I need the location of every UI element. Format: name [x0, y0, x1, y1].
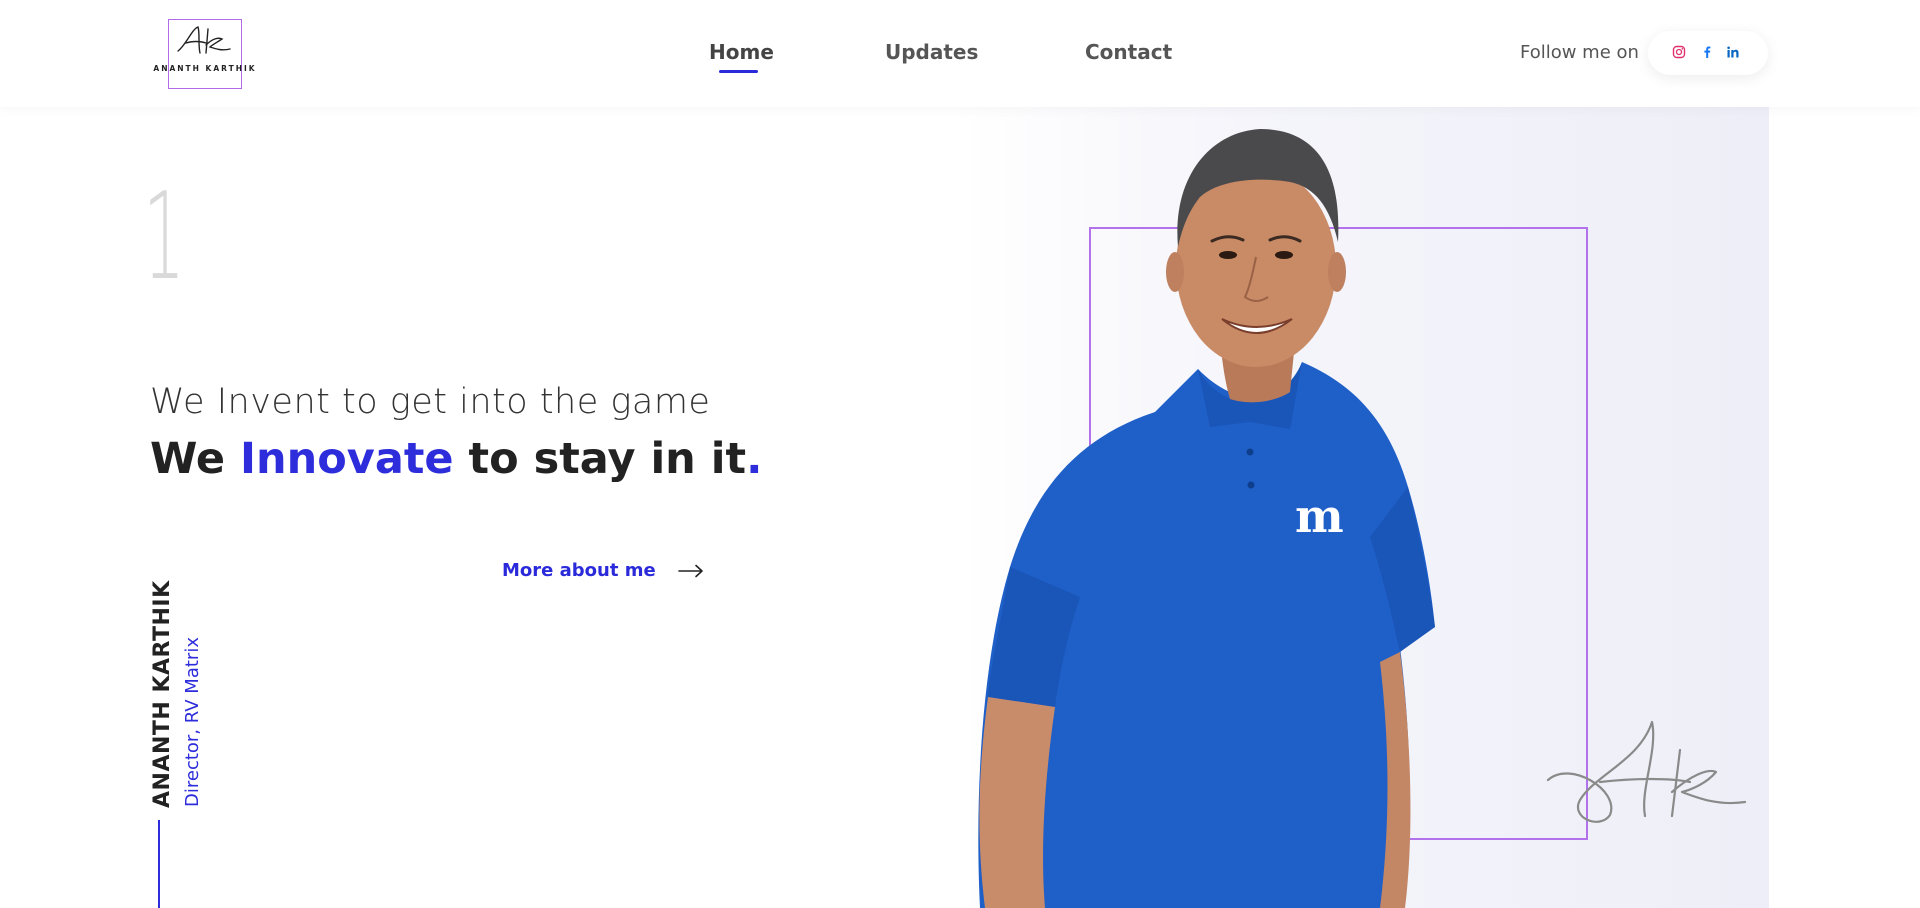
facebook-icon[interactable]: [1700, 45, 1714, 59]
logo-monogram: [177, 26, 231, 54]
tagline-part-1: We: [150, 434, 241, 484]
linkedin-icon[interactable]: [1726, 45, 1740, 59]
vertical-role: Director, RV Matrix: [182, 637, 203, 807]
svg-text:m: m: [1295, 489, 1344, 543]
tagline-part-2: to stay in it: [453, 434, 747, 484]
social-links: [1648, 31, 1768, 75]
signature-mark: [1546, 720, 1747, 823]
tagline-dot: .: [746, 434, 763, 484]
more-about-me-link[interactable]: More about me: [502, 560, 704, 581]
nav-updates[interactable]: Updates: [885, 40, 978, 64]
tagline-line-2: We Innovate to stay in it.: [150, 434, 762, 484]
site-header: ANANTH KARTHIK Home Updates Contact Foll…: [0, 0, 1920, 107]
logo[interactable]: ANANTH KARTHIK: [148, 17, 262, 91]
follow-label: Follow me on: [1520, 42, 1639, 63]
tagline-accent-word: Innovate: [240, 434, 454, 484]
instagram-icon[interactable]: [1672, 45, 1686, 59]
arrow-right-icon: [677, 564, 703, 577]
vertical-name: ANANTH KARTHIK: [150, 580, 175, 808]
more-about-me-label: More about me: [502, 560, 656, 581]
slide-number: 1: [143, 168, 185, 307]
nav-home[interactable]: Home: [709, 40, 774, 64]
nav-contact[interactable]: Contact: [1085, 40, 1172, 64]
nav-active-indicator: [719, 70, 758, 73]
tagline-line-1: We Invent to get into the game: [150, 382, 711, 422]
vertical-accent-line: [158, 820, 160, 908]
logo-name: ANANTH KARTHIK: [153, 64, 257, 73]
